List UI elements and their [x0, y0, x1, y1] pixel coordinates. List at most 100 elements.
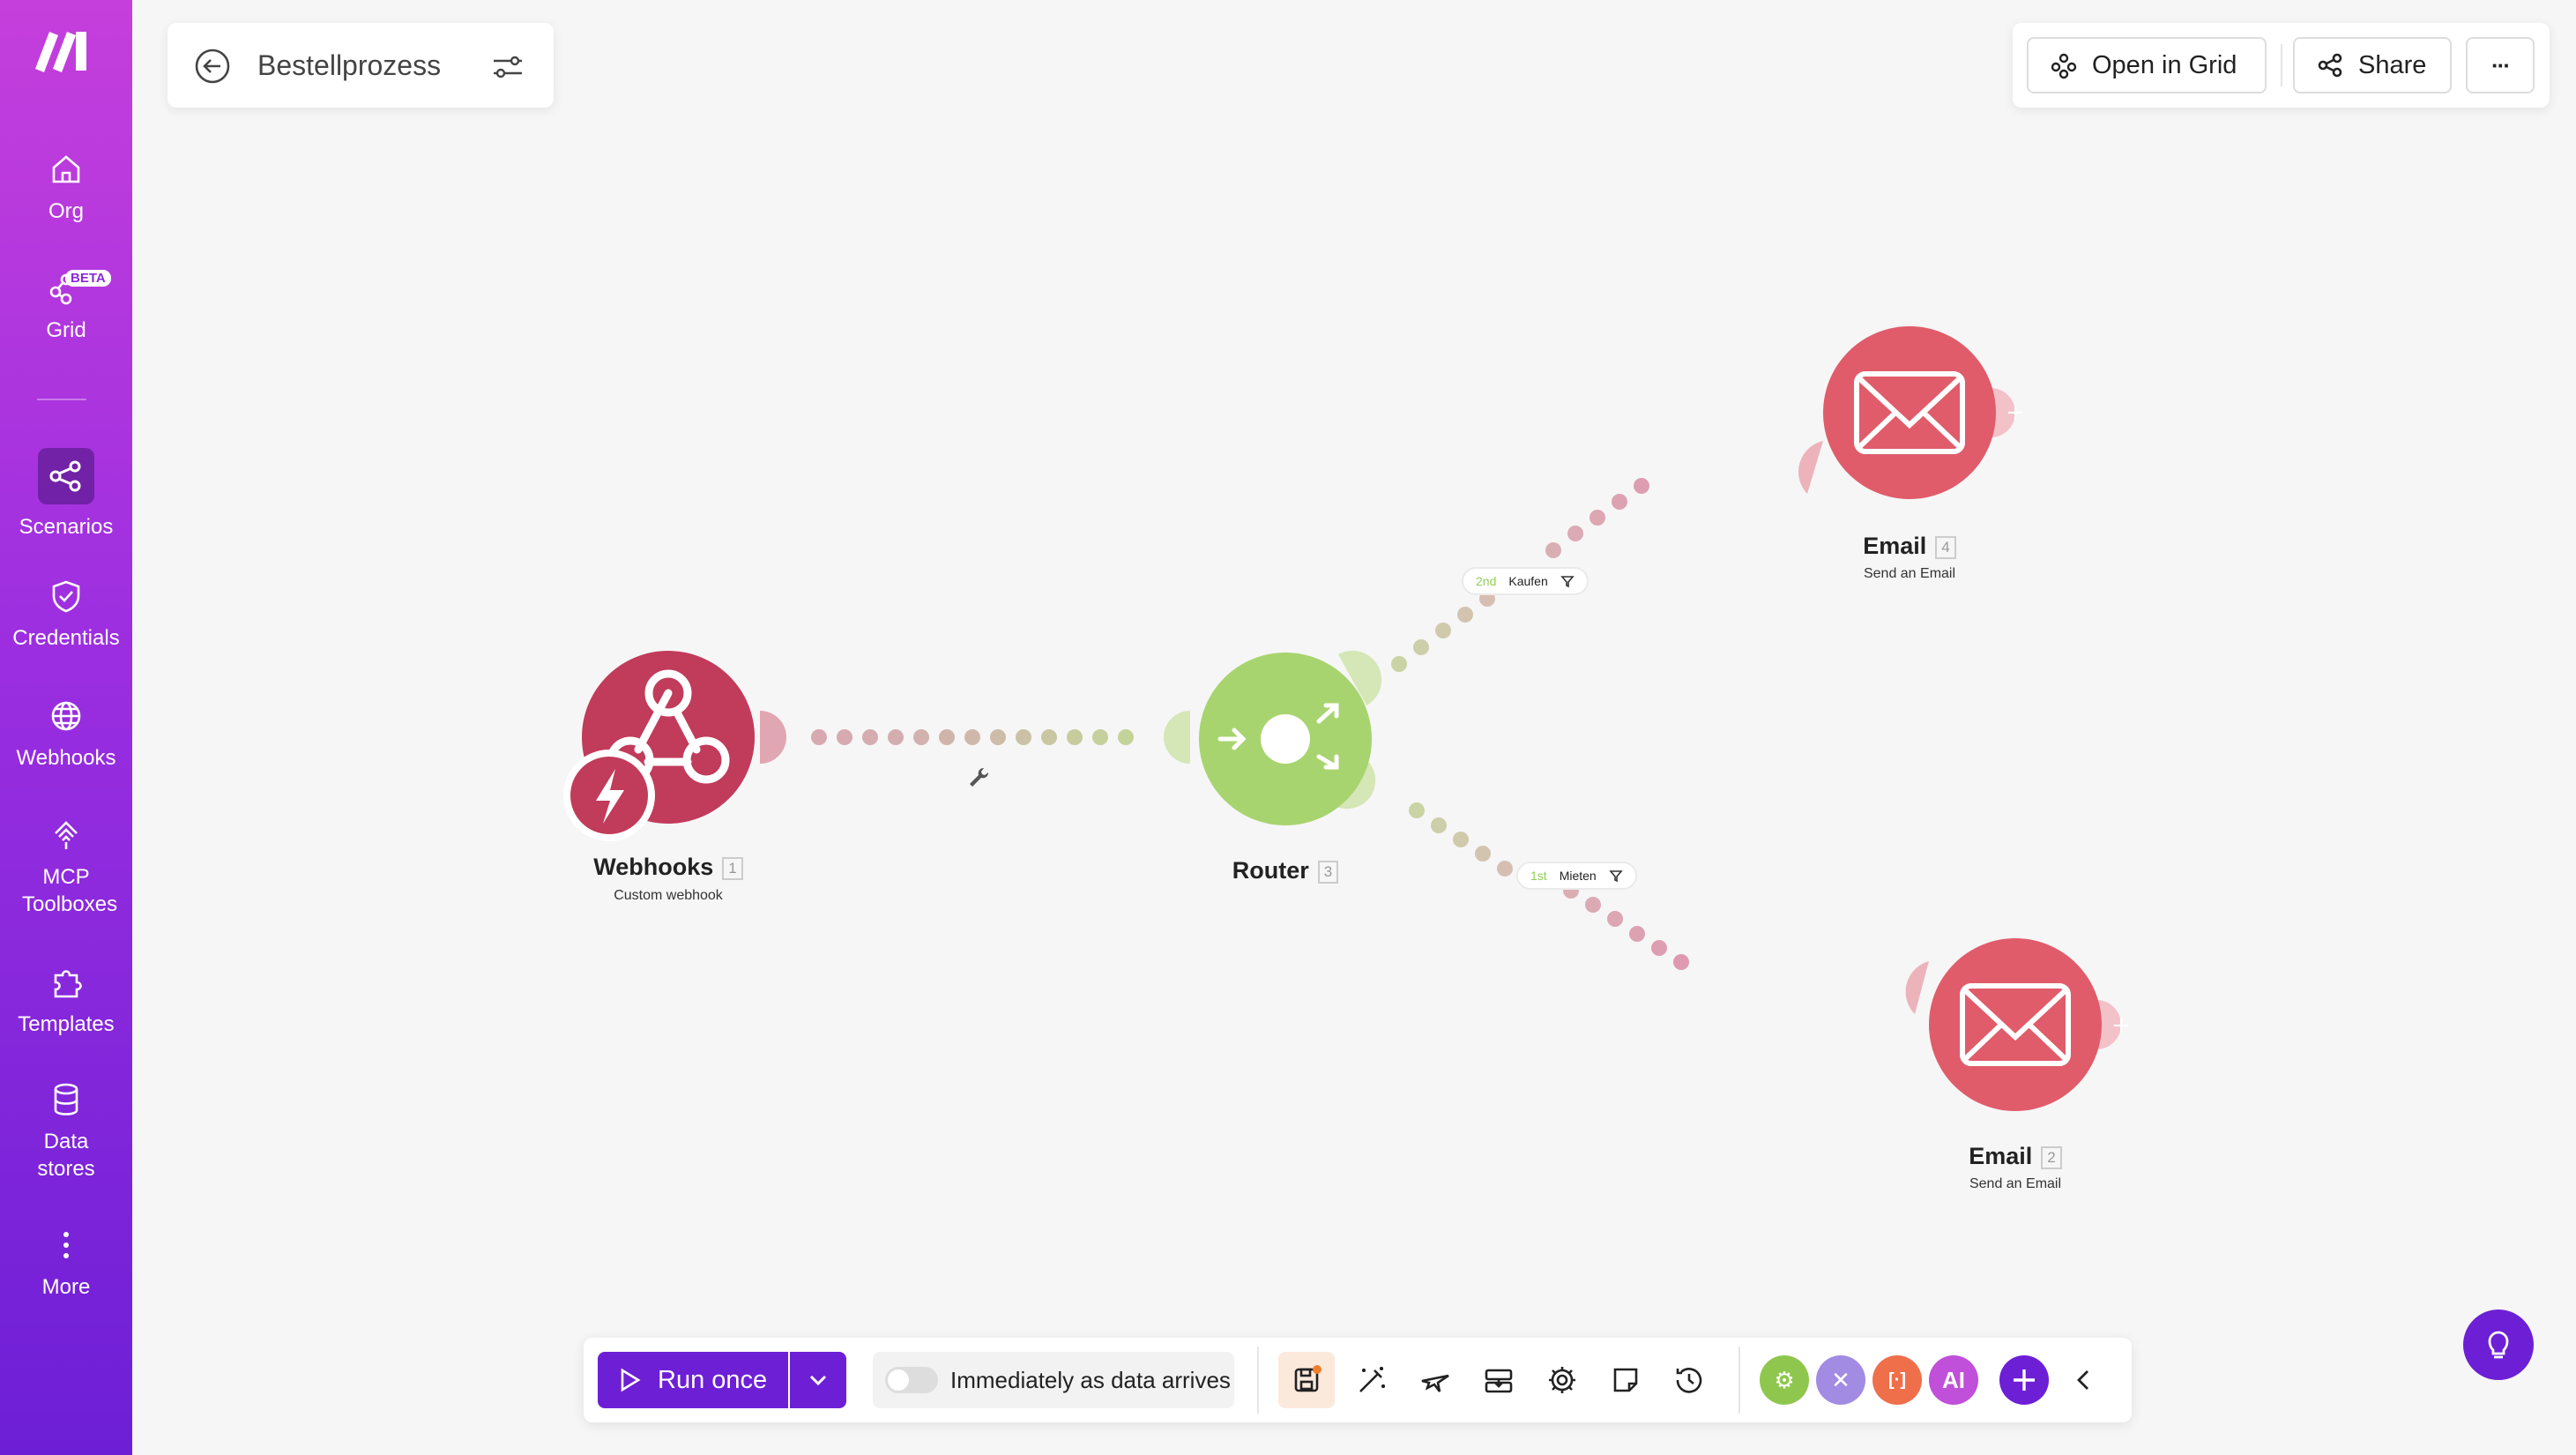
module-index: 3 — [1317, 860, 1339, 884]
filter-chip-mieten[interactable]: 1st Mieten — [1516, 862, 1637, 890]
sidebar-item-credentials[interactable]: Credentials — [0, 577, 132, 652]
more-vertical-icon — [47, 1226, 86, 1265]
sidebar-item-label: MCP Toolboxes — [22, 865, 118, 916]
sidebar-item-label: Scenarios — [19, 515, 114, 539]
sidebar-item-scenarios[interactable]: Scenarios — [0, 448, 132, 541]
sidebar-item-mcp-toolboxes[interactable]: MCP Toolboxes — [0, 816, 132, 918]
scenario-settings-button[interactable] — [1541, 1359, 1583, 1401]
scenario-canvas[interactable]: + + Webhooks 1 Custom webhook Router 3 Ema… — [132, 0, 2576, 1455]
toolbar-divider — [1257, 1347, 1259, 1414]
tools-app-icon[interactable]: ✕ — [1816, 1355, 1865, 1405]
auto-align-button[interactable] — [1351, 1359, 1393, 1401]
module-index: 1 — [722, 856, 743, 880]
module-name: Email — [1969, 1143, 2033, 1169]
svg-text:+: + — [2006, 399, 2025, 426]
scenarios-icon — [38, 448, 94, 504]
sidebar-item-label: Grid — [46, 318, 86, 342]
database-icon — [47, 1080, 86, 1119]
filter-funnel-icon — [1609, 870, 1623, 883]
toolbox-icon — [47, 816, 86, 854]
help-button[interactable] — [2463, 1310, 2534, 1380]
io-icon — [1485, 1369, 1513, 1393]
filter-chip-kaufen[interactable]: 2nd Kaufen — [1462, 567, 1589, 595]
play-icon — [621, 1368, 641, 1392]
shield-icon — [47, 577, 86, 616]
module-name: Webhooks — [593, 854, 714, 880]
home-icon — [47, 150, 86, 189]
text-parser-app-icon[interactable]: [·] — [1872, 1355, 1922, 1405]
puzzle-icon — [47, 963, 86, 1002]
module-name: Email — [1863, 533, 1927, 559]
module-label-email-4: Email 4 — [1777, 533, 2042, 560]
gear-icon — [1549, 1367, 1575, 1393]
svg-text:+: + — [2111, 1012, 2131, 1039]
sidebar-item-data-stores[interactable]: Data stores — [0, 1080, 132, 1183]
sidebar-divider — [37, 399, 86, 400]
sidebar-item-label: Webhooks — [16, 746, 116, 770]
sidebar-item-label: Templates — [18, 1012, 115, 1036]
ai-app-icon[interactable]: AI — [1929, 1355, 1978, 1405]
beta-badge: BETA — [65, 270, 111, 287]
module-label-email-2: Email 2 — [1883, 1143, 2148, 1170]
schedule-switch[interactable] — [885, 1367, 938, 1393]
explain-flow-button[interactable] — [1414, 1359, 1456, 1401]
app-label: ✕ — [1831, 1366, 1850, 1393]
sidebar-item-webhooks[interactable]: Webhooks — [0, 697, 132, 772]
app-label: ⚙ — [1774, 1366, 1795, 1393]
collapse-toolbar-button[interactable] — [2063, 1359, 2105, 1401]
plus-icon — [2014, 1369, 2035, 1391]
sidebar-item-label: More — [41, 1275, 91, 1299]
schedule-toggle[interactable]: Immediately as data arrives — [873, 1352, 1234, 1408]
filter-order: 2nd — [1476, 574, 1497, 588]
make-logo[interactable] — [34, 26, 92, 72]
sidebar-item-more[interactable]: More — [0, 1226, 132, 1301]
magic-wand-icon — [1359, 1367, 1385, 1392]
chevron-left-icon — [2077, 1370, 2088, 1390]
module-router[interactable] — [1164, 650, 1382, 825]
schedule-label: Immediately as data arrives — [950, 1366, 1231, 1393]
module-email-4[interactable]: + — [1798, 326, 2025, 499]
airplane-icon — [1421, 1374, 1449, 1392]
bottom-toolbar: Run once Immediately as data arrives ⚙ ✕… — [584, 1338, 2132, 1422]
sidebar-item-org[interactable]: Org — [0, 150, 132, 225]
sidebar-item-templates[interactable]: Templates — [0, 963, 132, 1038]
module-email-2[interactable]: + — [1905, 938, 2131, 1111]
link-webhooks-router[interactable] — [811, 729, 1134, 745]
scenario-io-button[interactable] — [1478, 1359, 1520, 1401]
add-module-button[interactable] — [1999, 1355, 2049, 1405]
module-subtitle-webhooks: Custom webhook — [614, 888, 723, 903]
module-index: 4 — [1935, 535, 1956, 559]
filter-funnel-icon — [1560, 576, 1575, 588]
module-label-router: Router 3 — [1153, 857, 1418, 884]
module-index: 2 — [2041, 1145, 2062, 1169]
sidebar: Org Grid BETA Scenarios Credentials Webh… — [0, 0, 132, 1455]
lightbulb-icon — [2488, 1331, 2509, 1359]
sidebar-item-label: Org — [48, 199, 84, 223]
run-options-button[interactable] — [790, 1352, 846, 1408]
sidebar-item-label: Credentials — [12, 626, 120, 650]
gear-app-icon[interactable]: ⚙ — [1760, 1355, 1809, 1405]
module-subtitle-email-4: Send an Email — [1863, 566, 1956, 581]
module-connections: + + — [563, 326, 2131, 1111]
save-icon — [1294, 1365, 1322, 1392]
module-label-webhooks: Webhooks 1 — [536, 854, 800, 881]
module-subtitle-email-2: Send an Email — [1969, 1176, 2062, 1191]
filter-order: 1st — [1530, 869, 1547, 883]
notes-button[interactable] — [1604, 1359, 1647, 1401]
sidebar-item-label: Data stores — [37, 1130, 95, 1181]
module-webhooks[interactable] — [563, 651, 786, 841]
history-icon — [1676, 1368, 1702, 1393]
history-button[interactable] — [1668, 1359, 1710, 1401]
module-name: Router — [1232, 857, 1309, 884]
save-button[interactable] — [1278, 1352, 1335, 1408]
filter-name: Mieten — [1559, 869, 1597, 883]
globe-icon — [47, 697, 86, 735]
run-once-button[interactable]: Run once — [598, 1352, 788, 1408]
filter-name: Kaufen — [1508, 574, 1548, 588]
chevron-down-icon — [809, 1375, 827, 1386]
toolbar-divider — [1738, 1347, 1740, 1414]
app-label: [·] — [1888, 1369, 1906, 1390]
note-icon — [1613, 1368, 1638, 1392]
run-once-label: Run once — [658, 1365, 768, 1394]
wrench-icon[interactable] — [966, 765, 991, 790]
